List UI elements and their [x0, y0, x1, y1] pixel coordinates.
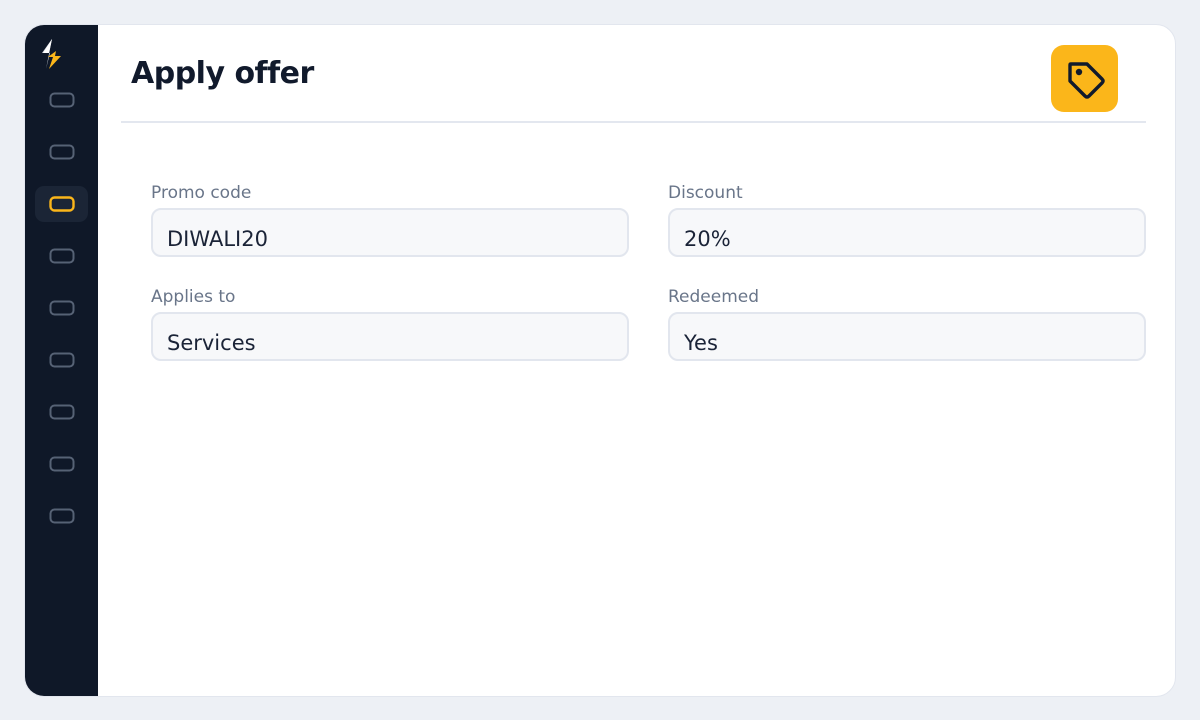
promo-code-label: Promo code	[151, 183, 252, 203]
sidebar-item-6[interactable]	[35, 342, 88, 378]
sidebar-item-4[interactable]	[35, 238, 88, 274]
sidebar-item-1[interactable]	[35, 82, 88, 118]
redeemed-field[interactable]: Yes	[668, 312, 1146, 361]
applies-to-field[interactable]: Services	[151, 312, 629, 361]
nav-icon	[49, 456, 74, 472]
nav-icon	[49, 508, 74, 524]
nav-icon	[49, 404, 74, 420]
header-divider	[121, 121, 1146, 123]
nav-icon	[49, 248, 74, 264]
nav-icon	[49, 144, 74, 160]
sidebar-item-8[interactable]	[35, 446, 88, 482]
applies-to-label: Applies to	[151, 287, 236, 307]
redeemed-label: Redeemed	[668, 287, 760, 307]
nav-icon	[49, 352, 74, 368]
discount-field[interactable]: 20%	[668, 208, 1146, 257]
nav-icon	[49, 92, 74, 108]
nav-icon	[49, 300, 74, 316]
sidebar-item-7[interactable]	[35, 394, 88, 430]
discount-label: Discount	[668, 183, 743, 203]
sidebar	[25, 25, 98, 696]
promo-code-field[interactable]: DIWALI20	[151, 208, 629, 257]
tag-icon	[1051, 45, 1118, 112]
sidebar-item-9[interactable]	[35, 498, 88, 534]
sidebar-item-3-active[interactable]	[35, 186, 88, 222]
nav-icon	[48, 196, 75, 212]
page-title: Apply offer	[131, 56, 314, 91]
bolt-logo-icon	[37, 37, 65, 71]
sidebar-item-5[interactable]	[35, 290, 88, 326]
app-window: Apply offer Promo code DIWALI20 Discount…	[24, 24, 1176, 697]
sidebar-item-2[interactable]	[35, 134, 88, 170]
